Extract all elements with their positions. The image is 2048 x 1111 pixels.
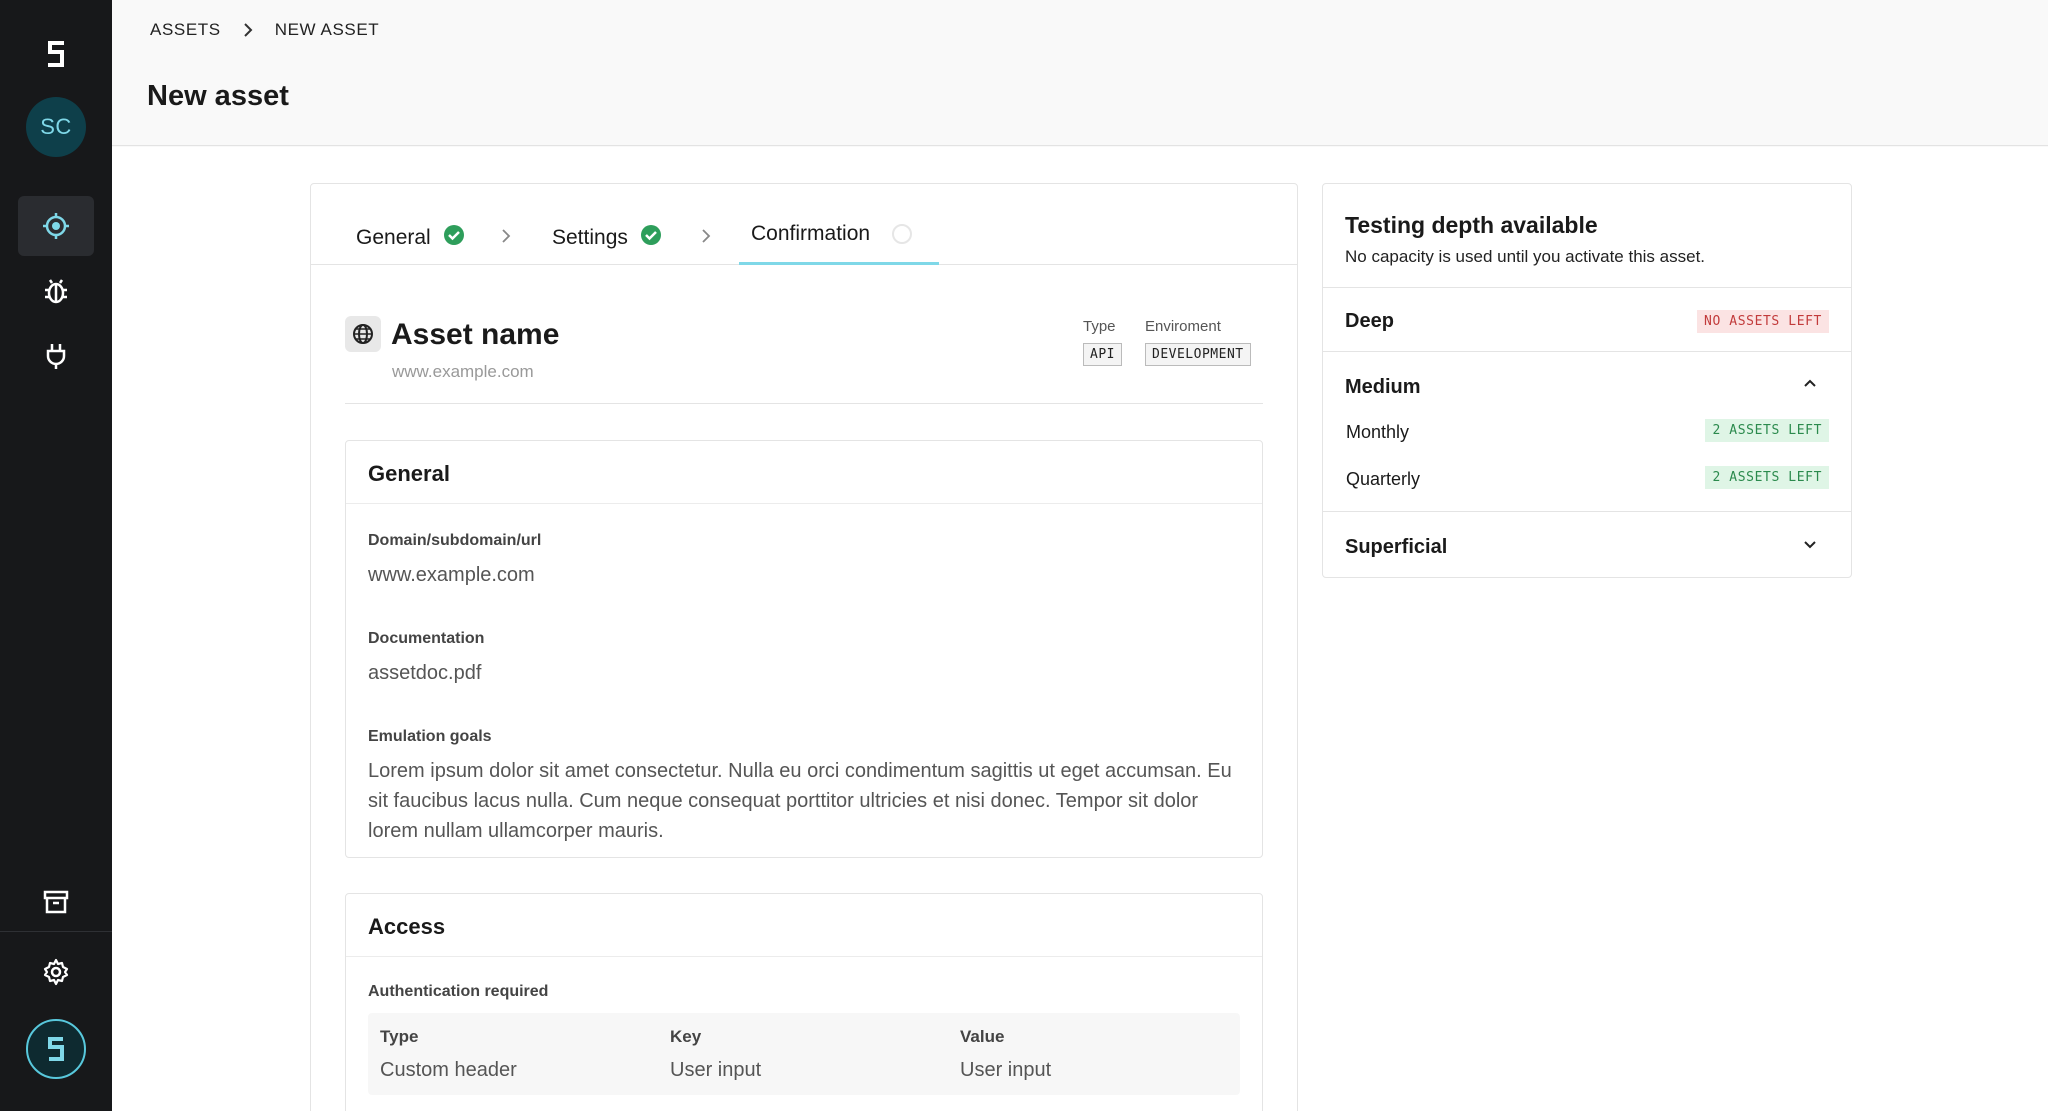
emulation-goals-field: Emulation goals Lorem ipsum dolor sit am…: [346, 728, 1262, 846]
depth-deep-label: Deep: [1345, 310, 1394, 332]
asset-name: Asset name: [391, 318, 560, 351]
access-td-type: Custom header: [380, 1059, 517, 1081]
gear-icon[interactable]: [18, 942, 94, 1002]
tab-general[interactable]: General: [356, 224, 465, 252]
access-col-value: Value User input: [960, 1027, 1051, 1082]
general-section-title: General: [346, 441, 1262, 504]
asset-type-label: Type: [1083, 318, 1116, 335]
nav-plug-icon[interactable]: [18, 326, 94, 386]
asset-env-label: Enviroment: [1145, 318, 1221, 335]
user-avatar[interactable]: SC: [26, 97, 86, 157]
depth-medium-label[interactable]: Medium: [1345, 376, 1421, 399]
sidebar-divider: [0, 931, 112, 932]
asset-type: Type API: [1083, 318, 1122, 366]
nav-bug-icon[interactable]: [18, 261, 94, 321]
medium-quarterly-label: Quarterly: [1346, 469, 1421, 489]
testing-depth-subtitle: No capacity is used until you activate t…: [1345, 247, 1706, 266]
access-th-value: Value: [960, 1027, 1005, 1046]
depth-superficial-label: Superficial: [1345, 536, 1448, 558]
org-logo-icon[interactable]: [26, 1019, 86, 1079]
breadcrumb: ASSETS NEW ASSET: [150, 20, 379, 40]
access-col-type: Type Custom header: [380, 1027, 517, 1082]
globe-icon: [345, 316, 381, 352]
page-title: New asset: [147, 80, 289, 112]
wizard-card: General Settings Confirmation Asset name: [310, 183, 1298, 1111]
archive-icon[interactable]: [18, 872, 94, 932]
wizard-tabs: General Settings Confirmation: [311, 184, 1297, 265]
chevron-right-icon: [701, 228, 711, 249]
chevron-up-icon[interactable]: [1803, 378, 1817, 388]
access-col-key: Key User input: [670, 1027, 761, 1082]
tab-confirmation-label: Confirmation: [751, 222, 871, 245]
documentation-field: Documentation assetdoc.pdf: [346, 630, 1262, 688]
asset-url: www.example.com: [392, 362, 534, 381]
asset-environment: Enviroment DEVELOPMENT: [1145, 318, 1251, 366]
asset-env-badge: DEVELOPMENT: [1145, 343, 1251, 366]
access-td-key: User input: [670, 1059, 762, 1081]
nav-targets-icon[interactable]: [18, 196, 94, 256]
depth-superficial-row[interactable]: Superficial: [1323, 512, 1851, 576]
access-td-value: User input: [960, 1059, 1052, 1081]
status-badge: NO ASSETS LEFT: [1697, 310, 1829, 333]
documentation-value[interactable]: assetdoc.pdf: [368, 658, 1240, 688]
depth-deep-row[interactable]: Deep NO ASSETS LEFT: [1323, 288, 1851, 352]
depth-medium-row: Medium Monthly 2 ASSETS LEFT Quarterly 2…: [1323, 352, 1851, 512]
tab-settings[interactable]: Settings: [552, 224, 662, 252]
documentation-label: Documentation: [368, 630, 485, 647]
domain-value: www.example.com: [368, 564, 535, 586]
check-circle-icon: [443, 224, 465, 252]
general-section: General Domain/subdomain/url www.example…: [345, 440, 1263, 858]
domain-label: Domain/subdomain/url: [368, 532, 542, 549]
auth-field: Authentication required: [346, 983, 1262, 1001]
testing-depth-title: Testing depth available: [1345, 212, 1598, 238]
tab-confirmation[interactable]: Confirmation: [751, 222, 913, 246]
pending-circle-icon: [892, 224, 913, 244]
sidebar: SC: [0, 0, 112, 1111]
access-section: Access Authentication required Type Cust…: [345, 893, 1263, 1111]
status-badge: 2 ASSETS LEFT: [1705, 466, 1829, 489]
access-th-type: Type: [380, 1027, 419, 1046]
chevron-right-icon: [243, 22, 253, 38]
chevron-down-icon[interactable]: [1803, 540, 1817, 550]
tab-settings-label: Settings: [552, 226, 628, 249]
medium-monthly-label: Monthly: [1346, 422, 1410, 442]
app-logo-icon[interactable]: [36, 34, 76, 74]
emulation-goals-label: Emulation goals: [368, 728, 492, 745]
chevron-right-icon: [501, 228, 511, 249]
access-section-title: Access: [346, 894, 1262, 957]
testing-depth-header: Testing depth available No capacity is u…: [1323, 184, 1851, 288]
breadcrumb-assets[interactable]: ASSETS: [150, 20, 221, 40]
check-circle-icon: [640, 224, 662, 252]
emulation-goals-value: Lorem ipsum dolor sit amet consectetur. …: [368, 760, 1232, 842]
tab-general-label: General: [356, 226, 431, 249]
domain-field: Domain/subdomain/url www.example.com: [346, 532, 1262, 590]
auth-label: Authentication required: [368, 983, 549, 1000]
breadcrumb-new-asset: NEW ASSET: [274, 20, 380, 39]
access-th-key: Key: [670, 1027, 702, 1046]
asset-type-badge: API: [1083, 343, 1122, 366]
asset-summary: Asset name www.example.com Type API Envi…: [345, 314, 1263, 404]
testing-depth-panel: Testing depth available No capacity is u…: [1322, 183, 1852, 578]
status-badge: 2 ASSETS LEFT: [1705, 419, 1829, 442]
active-tab-indicator: [739, 262, 939, 265]
access-table: Type Custom header Key User input Value …: [368, 1013, 1240, 1095]
page-header: ASSETS NEW ASSET New asset: [112, 0, 2048, 146]
